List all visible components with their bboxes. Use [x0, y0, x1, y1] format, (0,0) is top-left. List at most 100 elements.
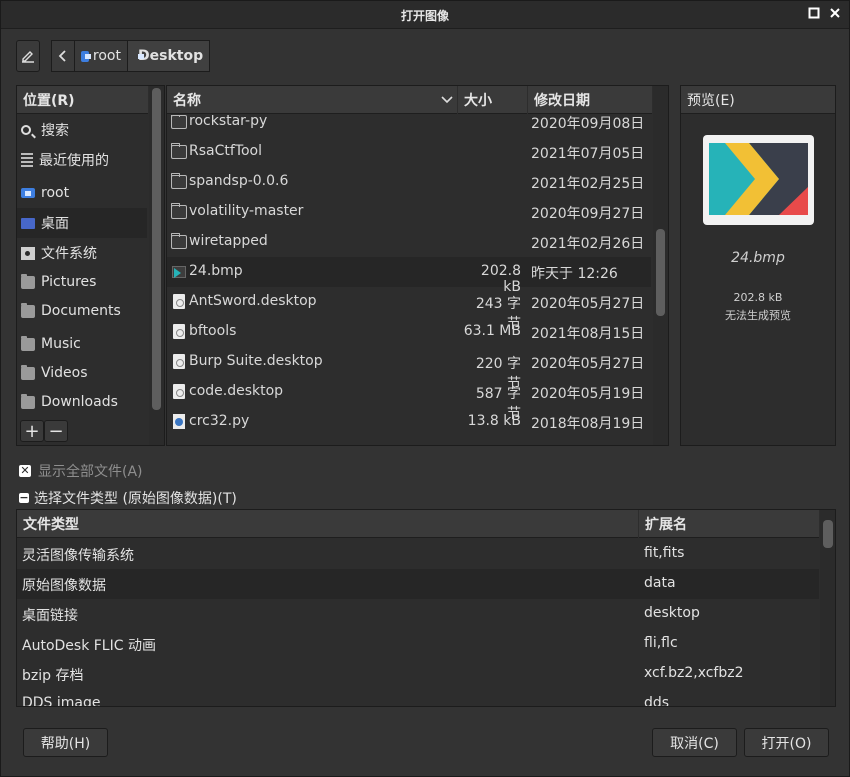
- places-sidebar: 位置(R) 搜索 最近使用的 root 桌面 文件系统 Pictures Doc…: [16, 85, 165, 446]
- sidebar-item-music[interactable]: Music: [17, 329, 147, 359]
- path-back-button[interactable]: [51, 40, 75, 72]
- file-row[interactable]: AntSword.desktop 243 字节 2020年05月27日: [167, 287, 651, 332]
- file-name: spandsp-0.0.6: [189, 173, 289, 189]
- file-list-scroll-thumb[interactable]: [656, 229, 665, 316]
- sidebar-item-label: Documents: [41, 303, 121, 319]
- file-row[interactable]: rockstar-py 2020年09月08日: [167, 115, 651, 137]
- close-icon[interactable]: [827, 7, 843, 23]
- path-segment-label: root: [92, 48, 121, 64]
- sidebar-item-videos[interactable]: Videos: [17, 358, 147, 388]
- file-type-scrollbar[interactable]: [820, 510, 835, 706]
- sidebar-item-label: Pictures: [41, 274, 97, 290]
- preview-filename: 24.bmp: [731, 250, 785, 266]
- file-row[interactable]: volatility-master 2020年09月27日: [167, 197, 651, 227]
- python-file-icon: [173, 414, 185, 429]
- file-name: code.desktop: [189, 383, 284, 399]
- maximize-icon[interactable]: [806, 7, 822, 23]
- path-segment-desktop[interactable]: Desktop: [127, 40, 210, 72]
- sidebar-item-recent[interactable]: 最近使用的: [17, 145, 147, 175]
- file-name: crc32.py: [189, 413, 250, 429]
- file-date: 2020年05月27日: [531, 356, 645, 372]
- sidebar-scroll-thumb[interactable]: [152, 88, 161, 410]
- folder-icon: [21, 364, 35, 380]
- column-extension-header[interactable]: 扩展名: [639, 510, 819, 538]
- home-icon: [21, 188, 35, 198]
- sidebar-item-label: 桌面: [41, 216, 69, 232]
- file-row-selected[interactable]: 24.bmp 202.8 kB 昨天于 12:26: [167, 257, 651, 295]
- file-row[interactable]: code.desktop 587 字节 2020年05月19日: [167, 377, 651, 422]
- file-row[interactable]: spandsp-0.0.6 2021年02月25日: [167, 167, 651, 197]
- file-type-row[interactable]: 灵活图像传输系统 fit,fits: [17, 539, 819, 569]
- file-type-row[interactable]: DDS image dds: [17, 689, 819, 706]
- sidebar-item-search[interactable]: 搜索: [17, 115, 147, 145]
- document-icon: [173, 354, 185, 369]
- file-row[interactable]: crc32.py 13.8 kB 2018年08月19日: [167, 407, 651, 437]
- column-name-header[interactable]: 名称: [167, 86, 457, 114]
- path-segment-root[interactable]: root: [74, 40, 128, 72]
- sidebar-item-label: Music: [41, 336, 81, 352]
- file-type-name: AutoDesk FLIC 动画: [22, 638, 156, 654]
- recent-icon: [21, 153, 33, 167]
- title-bar: 打开图像: [1, 1, 849, 29]
- image-file-icon: [172, 266, 186, 278]
- sidebar-item-label: root: [41, 185, 70, 201]
- column-size-header[interactable]: 大小: [458, 86, 527, 114]
- file-type-extension: dds: [644, 695, 670, 706]
- window-title: 打开图像: [400, 9, 449, 23]
- folder-icon: [21, 393, 35, 409]
- sidebar-item-documents[interactable]: Documents: [17, 296, 147, 326]
- cancel-button[interactable]: 取消(C): [652, 728, 737, 757]
- file-row[interactable]: Burp Suite.desktop 220 字节 2020年05月27日: [167, 347, 651, 392]
- file-size: 13.8 kB: [467, 413, 521, 429]
- chevron-left-icon: [58, 50, 66, 62]
- column-date-header[interactable]: 修改日期: [528, 86, 652, 114]
- file-list-scrollbar[interactable]: [653, 86, 668, 445]
- file-type-scroll-thumb[interactable]: [823, 520, 833, 548]
- file-name: rockstar-py: [189, 115, 268, 129]
- file-size: 63.1 MB: [463, 323, 521, 339]
- file-date: 2021年08月15日: [531, 326, 645, 342]
- sidebar-item-pictures[interactable]: Pictures: [17, 267, 147, 297]
- sidebar-scrollbar[interactable]: [149, 86, 164, 445]
- checkbox-unchecked-icon: ✕: [19, 464, 31, 477]
- file-name: RsaCtfTool: [189, 143, 262, 159]
- file-type-row-selected[interactable]: 原始图像数据 data: [17, 569, 819, 599]
- show-all-files-checkbox[interactable]: ✕ 显示全部文件(A): [19, 463, 143, 480]
- preview-thumbnail: [703, 135, 814, 225]
- file-row[interactable]: RsaCtfTool 2021年07月05日: [167, 137, 651, 167]
- sidebar-item-root[interactable]: root: [17, 178, 147, 208]
- file-type-expander[interactable]: − 选择文件类型 (原始图像数据)(T): [19, 490, 237, 507]
- home-icon: [81, 50, 91, 62]
- sidebar-item-downloads[interactable]: Downloads: [17, 387, 147, 417]
- file-rows: rockstar-py 2020年09月08日 RsaCtfTool 2021年07…: [167, 115, 653, 445]
- file-row[interactable]: bftools 63.1 MB 2021年08月15日: [167, 317, 651, 347]
- places-header: 位置(R): [17, 86, 148, 114]
- file-type-row[interactable]: bzip 存档 xcf.bz2,xcfbz2: [17, 659, 819, 689]
- show-all-files-label: 显示全部文件(A): [38, 464, 143, 480]
- file-type-row[interactable]: AutoDesk FLIC 动画 fli,flc: [17, 629, 819, 659]
- file-row[interactable]: wiretapped 2021年02月26日: [167, 227, 651, 257]
- edit-location-button[interactable]: [16, 40, 40, 72]
- open-image-dialog: 打开图像 root Desktop 位置(R) 搜索 最近使用的 root 桌面…: [0, 0, 850, 777]
- remove-place-button[interactable]: −: [44, 420, 68, 442]
- sidebar-item-desktop[interactable]: 桌面: [17, 208, 147, 238]
- file-type-row[interactable]: 桌面链接 desktop: [17, 599, 819, 629]
- help-button[interactable]: 帮助(H): [23, 728, 108, 757]
- search-icon: [21, 125, 31, 135]
- file-type-expander-label: 选择文件类型 (原始图像数据)(T): [34, 491, 237, 507]
- open-button[interactable]: 打开(O): [744, 728, 829, 757]
- folder-icon: [21, 302, 35, 318]
- file-name: wiretapped: [189, 233, 268, 249]
- file-date: 2020年05月19日: [531, 386, 645, 402]
- add-place-button[interactable]: +: [20, 420, 44, 442]
- folder-icon: [21, 273, 35, 289]
- sidebar-item-filesystem[interactable]: 文件系统: [17, 238, 147, 268]
- column-file-type-header[interactable]: 文件类型: [17, 510, 638, 538]
- sidebar-item-label: 搜索: [41, 123, 69, 139]
- file-date: 2020年09月08日: [531, 116, 645, 132]
- folder-icon: [171, 115, 187, 129]
- folder-icon: [21, 335, 35, 351]
- file-list: 名称 大小 修改日期 rockstar-py 2020年09月08日 RsaCtf…: [166, 85, 669, 446]
- file-type-table: 文件类型 扩展名 灵活图像传输系统 fit,fits 原始图像数据 data 桌面链…: [16, 509, 836, 707]
- drive-icon: [21, 246, 35, 260]
